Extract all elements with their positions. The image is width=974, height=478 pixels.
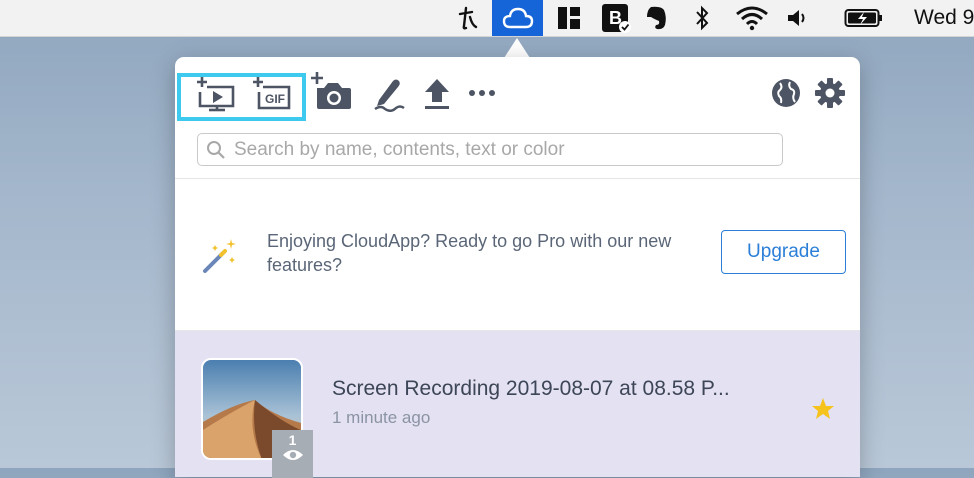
wifi-icon[interactable] [732,0,772,36]
view-count-badge: 1 [272,430,313,478]
menu-bar: B Wed 9 [0,0,974,37]
cloudapp-icon[interactable] [492,0,543,36]
view-count: 1 [288,432,297,448]
promo-message: Enjoying CloudApp? Ready to go Pro with … [267,231,672,275]
gif-label: GIF [265,92,285,106]
settings-button[interactable] [812,75,848,111]
record-gif-icon: GIF [253,77,291,110]
globe-button[interactable] [769,76,803,110]
upload-button[interactable] [420,74,454,114]
star-icon[interactable] [810,396,836,427]
item-timestamp: 1 minute ago [332,408,431,427]
search-input[interactable] [232,137,782,162]
more-icon [469,90,495,96]
bluetooth-icon[interactable] [690,0,714,36]
item-title[interactable]: Screen Recording 2019-08-07 at 08.58 P..… [332,377,792,401]
toolbar-divider [175,178,860,179]
magic-wand-icon [201,235,241,275]
list-item[interactable]: 1 Screen Recording 2019-08-07 at 08.58 P… [175,331,860,478]
screenshot-icon [311,72,351,109]
eye-icon [282,450,303,460]
record-video-icon [197,77,235,112]
settings-gear-icon [815,78,845,108]
grid-app-icon[interactable] [553,0,585,36]
volume-icon[interactable] [785,0,811,36]
globe-icon [772,79,800,107]
search-icon [207,140,225,159]
screenshot-button[interactable] [308,70,354,114]
record-gif-button[interactable]: GIF [251,74,295,114]
upload-icon [425,79,449,109]
battery-icon[interactable] [842,0,886,36]
upgrade-button[interactable]: Upgrade [721,230,846,274]
annotate-button[interactable] [371,73,407,113]
search-box[interactable] [197,133,783,166]
record-video-button[interactable] [195,74,239,114]
popover-arrow [504,38,530,58]
bartender-icon[interactable]: B [598,0,634,36]
annotate-icon [374,79,405,112]
evernote-icon[interactable] [643,0,671,36]
menu-bar-clock[interactable]: Wed 9 [914,0,974,36]
more-button[interactable] [465,79,499,107]
typora-icon[interactable] [452,0,484,36]
cloudapp-popover: GIF Enjoying CloudApp? Ready to go Pro w… [175,57,860,478]
